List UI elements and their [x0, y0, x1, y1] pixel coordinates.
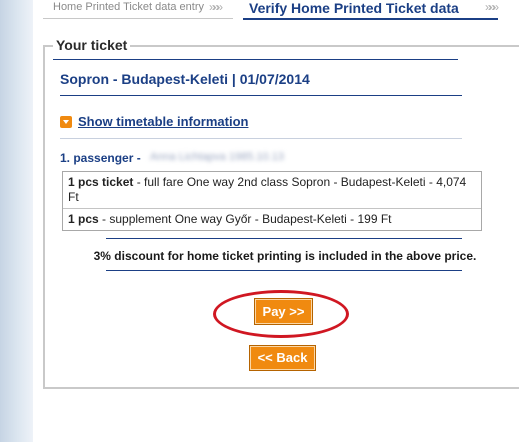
back-button[interactable]: << Back	[249, 345, 316, 371]
breadcrumb: Home Printed Ticket data entry »»» Verif…	[33, 0, 519, 20]
passenger-name-redacted: Anna Lichtapva 1985.10.13	[150, 151, 284, 163]
page-left-gradient	[0, 0, 33, 442]
ticket-list: 1 pcs ticket - full fare One way 2nd cla…	[62, 171, 482, 231]
ticket-row: 1 pcs - supplement One way Győr - Budape…	[63, 208, 481, 230]
discount-divider-bottom	[106, 270, 462, 271]
journey-divider	[60, 95, 462, 96]
ticket-description: - supplement One way Győr - Budapest-Kel…	[98, 212, 392, 226]
breadcrumb-underline-active	[243, 18, 498, 20]
breadcrumb-separator: »»»	[209, 0, 223, 14]
show-timetable-link[interactable]: Show timetable information	[78, 114, 248, 129]
timetable-divider	[60, 138, 462, 139]
breadcrumb-step-data-entry[interactable]: Home Printed Ticket data entry	[53, 1, 204, 13]
passenger-label: 1. passenger -	[60, 151, 141, 165]
section-legend: Your ticket	[53, 37, 131, 53]
breadcrumb-step-verify: Verify Home Printed Ticket data	[249, 0, 459, 16]
journey-title: Sopron - Budapest-Keleti | 01/07/2014	[60, 71, 310, 87]
expand-arrow-icon[interactable]	[60, 116, 72, 128]
ticket-row: 1 pcs ticket - full fare One way 2nd cla…	[63, 172, 481, 208]
ticket-quantity: 1 pcs ticket	[68, 175, 134, 189]
pay-button[interactable]: Pay >>	[254, 298, 313, 325]
legend-divider	[53, 59, 458, 60]
ticket-quantity: 1 pcs	[68, 212, 99, 226]
discount-note: 3% discount for home ticket printing is …	[93, 249, 477, 263]
main-content: Home Printed Ticket data entry »»» Verif…	[33, 0, 519, 442]
breadcrumb-underline-inactive	[43, 18, 233, 19]
discount-divider-top	[106, 238, 462, 239]
breadcrumb-trailing-separator: »»»	[485, 0, 499, 14]
